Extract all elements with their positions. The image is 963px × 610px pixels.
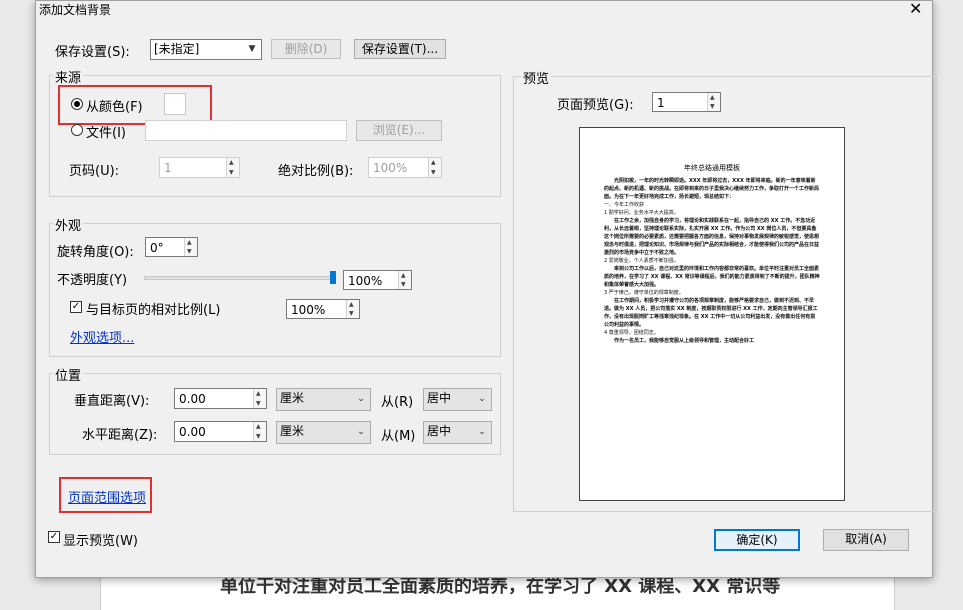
page-preview-label: 页面预览(G):: [557, 98, 634, 113]
absolute-scale-value: 100%: [373, 161, 408, 175]
horizontal-distance-spinner[interactable]: ▲ ▼: [253, 422, 266, 441]
horizontal-distance-label: 水平距离(Z):: [82, 428, 158, 443]
horizontal-from-label: 从(M): [381, 429, 416, 444]
rotation-input[interactable]: 0° ▲ ▼: [145, 237, 198, 257]
preview-doc-line: 一、今年工作收获: [604, 202, 645, 208]
chevron-down-icon: ⌄: [478, 427, 486, 437]
vertical-unit-select[interactable]: 厘米 ⌄: [276, 388, 371, 411]
vertical-unit-value: 厘米: [280, 391, 305, 405]
save-settings-value: [未指定]: [154, 42, 200, 56]
opacity-slider-track[interactable]: [144, 276, 334, 280]
from-file-label: 文件(I): [86, 126, 126, 141]
highlight-box-color: [58, 85, 212, 125]
preview-group-label: 预览: [521, 68, 552, 87]
vertical-distance-value: 0.00: [179, 392, 206, 406]
show-preview-checkbox[interactable]: ✓: [48, 531, 60, 543]
preview-doc-title: 年终总结通用模板: [684, 164, 740, 172]
horizontal-unit-select[interactable]: 厘米 ⌄: [276, 421, 371, 444]
absolute-scale-label: 绝对比例(B):: [278, 164, 354, 179]
chevron-down-icon: ⌄: [478, 394, 486, 404]
opacity-input[interactable]: 100% ▲ ▼: [343, 270, 412, 290]
preview-doc-line: 光阴如梭，一年的时光转瞬即逝。XXX 年即将过去，XXX 年即将来临。新的一年意…: [604, 178, 820, 200]
horizontal-from-select[interactable]: 居中 ⌄: [423, 421, 492, 444]
ok-button[interactable]: 确定(K): [714, 529, 800, 551]
page-preview-input[interactable]: 1 ▲ ▼: [652, 92, 721, 112]
vertical-from-select[interactable]: 居中 ⌄: [423, 388, 492, 411]
opacity-spinner[interactable]: ▲ ▼: [398, 271, 411, 289]
page-preview-spinner[interactable]: ▲ ▼: [707, 93, 720, 111]
page-number-value: 1: [164, 161, 172, 175]
relative-scale-spinner[interactable]: ▲ ▼: [346, 300, 359, 318]
source-group-label: 来源: [53, 67, 84, 86]
preview-doc-line: 3 严于律己，遵守单位的规章制度。: [604, 290, 684, 296]
preview-doc-line: 2 爱岗敬业，个人素质不断加强。: [604, 258, 679, 264]
vertical-from-value: 居中: [427, 391, 452, 405]
horizontal-unit-value: 厘米: [280, 424, 305, 438]
browse-button[interactable]: 浏览(E)...: [356, 120, 442, 141]
relative-scale-label: 与目标页的相对比例(L): [86, 303, 221, 318]
delete-settings-button[interactable]: 删除(D): [271, 39, 341, 59]
appearance-group-label: 外观: [53, 215, 84, 234]
opacity-label: 不透明度(Y): [57, 273, 128, 288]
show-preview-label: 显示预览(W): [63, 534, 138, 549]
relative-scale-value: 100%: [291, 303, 326, 317]
file-path-input[interactable]: [145, 120, 347, 141]
opacity-slider-thumb[interactable]: [330, 271, 336, 284]
preview-doc-line: 作为一名员工，我能够自觉服从上级领导和管理，主动配合好工: [614, 338, 755, 344]
vertical-distance-label: 垂直距离(V):: [74, 394, 150, 409]
opacity-value: 100%: [348, 274, 383, 288]
vertical-distance-spinner[interactable]: ▲ ▼: [253, 389, 266, 408]
save-settings-label: 保存设置(S):: [55, 45, 130, 60]
save-settings-select[interactable]: [未指定] ▼: [150, 39, 262, 60]
horizontal-from-value: 居中: [427, 424, 452, 438]
preview-doc-line: 1 勤学好问，业务水平大大提高。: [604, 210, 679, 216]
relative-scale-input[interactable]: 100% ▲ ▼: [286, 299, 360, 319]
page-preview-value: 1: [657, 96, 665, 110]
cancel-button[interactable]: 取消(A): [823, 529, 909, 551]
close-icon[interactable]: ✕: [909, 0, 922, 18]
checkmark-icon: ✓: [71, 301, 81, 312]
absolute-scale-input[interactable]: 100% ▲ ▼: [368, 157, 442, 178]
rotation-value: 0°: [150, 241, 164, 255]
rotation-label: 旋转角度(O):: [57, 245, 134, 260]
from-file-radio[interactable]: [71, 124, 83, 136]
appearance-options-link[interactable]: 外观选项...: [70, 327, 134, 346]
preview-doc-line: 来到公司工作以后，自己对这里的环境和工作内容都非常的喜欢。单位平时注重对员工全面…: [604, 266, 820, 288]
chevron-down-icon: ⌄: [357, 394, 365, 404]
dialog-title: 添加文档背景: [39, 3, 112, 17]
preview-doc-line: 4 尊重领导，团结同志。: [604, 330, 659, 336]
preview-page: 年终总结通用模板 光阴如梭，一年的时光转瞬即逝。XXX 年即将过去，XXX 年即…: [579, 127, 845, 501]
save-settings-button[interactable]: 保存设置(T)...: [354, 39, 446, 59]
preview-doc-line: 在工作期间，积极学习并遵守公司的各项规章制度，能够严格要求自己，做到不迟到、不早…: [604, 298, 818, 328]
rotation-spinner[interactable]: ▲ ▼: [184, 238, 197, 256]
vertical-distance-input[interactable]: 0.00 ▲ ▼: [174, 388, 267, 409]
preview-doc-body: 光阴如梭，一年的时光转瞬即逝。XXX 年即将过去，XXX 年即将来临。新的一年意…: [580, 177, 844, 345]
position-group-label: 位置: [53, 365, 84, 384]
add-background-dialog: 添加文档背景 ✕ 保存设置(S): [未指定] ▼ 删除(D) 保存设置(T).…: [35, 0, 937, 578]
vertical-from-label: 从(R): [381, 395, 414, 410]
page-number-input[interactable]: 1 ▲ ▼: [159, 157, 240, 178]
highlight-box-page-range: [59, 477, 152, 513]
horizontal-distance-value: 0.00: [179, 425, 206, 439]
page-number-spinner[interactable]: ▲ ▼: [226, 158, 239, 177]
preview-doc-line: 在工作之余，加强自身的学习，将理论和实践联系在一起，指导自己的 XX 工作。不急…: [604, 218, 820, 256]
relative-scale-checkbox[interactable]: ✓: [70, 301, 82, 313]
chevron-down-icon: ▼: [248, 44, 256, 54]
checkmark-icon: ✓: [49, 531, 59, 542]
chevron-down-icon: ⌄: [357, 427, 365, 437]
absolute-scale-spinner[interactable]: ▲ ▼: [428, 158, 441, 177]
horizontal-distance-input[interactable]: 0.00 ▲ ▼: [174, 421, 267, 442]
page-number-label: 页码(U):: [69, 164, 120, 179]
